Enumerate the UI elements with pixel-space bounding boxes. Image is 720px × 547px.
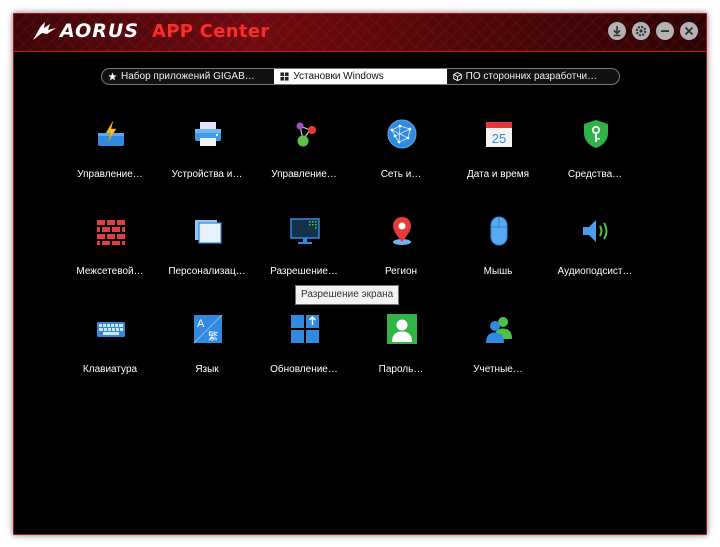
- item-label: Управление…: [271, 169, 337, 180]
- windows-update-icon: [291, 315, 319, 343]
- item-audio[interactable]: Аудиоподсист…: [547, 211, 643, 291]
- window-controls: [608, 22, 698, 40]
- item-label: Средства…: [567, 169, 623, 180]
- eagle-icon: [33, 22, 56, 40]
- svg-text:繁: 繁: [208, 330, 218, 343]
- brand-name: AORUS: [60, 20, 140, 42]
- item-windows-update[interactable]: Обновление…: [256, 309, 352, 389]
- star-icon: [108, 72, 117, 81]
- item-label: Клавиатура: [82, 364, 138, 375]
- item-firewall[interactable]: Межсетевой…: [62, 211, 158, 291]
- item-label: Язык: [195, 364, 219, 375]
- windows-icon: [280, 72, 289, 81]
- item-devices-printers[interactable]: Устройства и…: [159, 114, 255, 194]
- tab-windows-settings[interactable]: Установки Windows: [274, 69, 447, 84]
- item-label: Сеть и…: [380, 169, 422, 180]
- region-pin-icon: [393, 217, 411, 245]
- item-mouse[interactable]: Мышь: [450, 211, 546, 291]
- item-label: Учетные…: [473, 364, 523, 375]
- mouse-icon: [490, 216, 508, 246]
- item-display-resolution[interactable]: Разрешение…: [256, 211, 352, 291]
- language-icon: A 繁: [193, 314, 223, 344]
- item-label: Управление…: [77, 169, 143, 180]
- display-resolution-icon: [290, 218, 320, 244]
- password-user-icon: [387, 314, 417, 344]
- item-network[interactable]: Сеть и…: [353, 114, 449, 194]
- network-globe-icon: [387, 119, 417, 149]
- user-accounts-icon: [486, 317, 512, 343]
- item-label: Устройства и…: [171, 169, 243, 180]
- item-region[interactable]: Регион: [353, 211, 449, 291]
- item-date-time[interactable]: 25 Дата и время: [450, 114, 546, 194]
- item-label: Персонализац…: [168, 266, 246, 277]
- personalization-icon: [195, 220, 222, 244]
- item-keyboard[interactable]: Клавиатура: [62, 309, 158, 389]
- aorus-logo: AORUS: [32, 20, 139, 42]
- svg-text:A: A: [197, 318, 205, 330]
- tooltip: Разрешение экрана: [295, 285, 400, 305]
- tab-label: Набор приложений GIGAB…: [121, 71, 255, 82]
- tab-label: Установки Windows: [293, 71, 384, 82]
- app-window: AORUS APP Center Набор приложений GIGAB…: [13, 13, 707, 535]
- gear-icon[interactable]: [632, 22, 650, 40]
- item-power-options[interactable]: Управление…: [62, 114, 158, 194]
- tab-bar: Набор приложений GIGAB… Установки Window…: [101, 68, 620, 85]
- tab-label: ПО сторонних разработчи…: [465, 71, 598, 82]
- svg-text:25: 25: [492, 131, 506, 146]
- item-label: Аудиоподсист…: [557, 266, 633, 277]
- cube-icon: [452, 72, 462, 81]
- tab-gigabyte-apps[interactable]: Набор приложений GIGAB…: [102, 69, 274, 84]
- item-default-programs[interactable]: Управление…: [256, 114, 352, 194]
- calendar-icon: 25: [486, 122, 512, 147]
- item-label: Регион: [384, 266, 418, 277]
- item-label: Пароль…: [378, 364, 424, 375]
- item-personalization[interactable]: Персонализац…: [159, 211, 255, 291]
- item-label: Обновление…: [270, 364, 338, 375]
- item-label: Межсетевой…: [76, 266, 144, 277]
- minimize-icon[interactable]: [656, 22, 674, 40]
- download-icon[interactable]: [608, 22, 626, 40]
- titlebar[interactable]: AORUS APP Center: [14, 14, 706, 52]
- item-label: Дата и время: [466, 169, 529, 180]
- speaker-icon: [583, 220, 608, 242]
- power-options-icon: [98, 120, 124, 146]
- security-shield-icon: [584, 120, 608, 148]
- app-title: APP Center: [152, 21, 270, 42]
- item-user-accounts[interactable]: Учетные…: [450, 309, 546, 389]
- tab-third-party-software[interactable]: ПО сторонних разработчи…: [447, 69, 619, 84]
- item-language[interactable]: A 繁 Язык: [159, 309, 255, 389]
- keyboard-icon: [97, 322, 125, 337]
- printer-icon: [195, 122, 221, 146]
- close-icon[interactable]: [680, 22, 698, 40]
- item-label: Разрешение…: [270, 266, 338, 277]
- firewall-icon: [97, 220, 125, 245]
- item-security[interactable]: Средства…: [547, 114, 643, 194]
- default-programs-icon: [296, 122, 316, 147]
- item-password[interactable]: Пароль…: [353, 309, 449, 389]
- item-label: Мышь: [483, 266, 513, 277]
